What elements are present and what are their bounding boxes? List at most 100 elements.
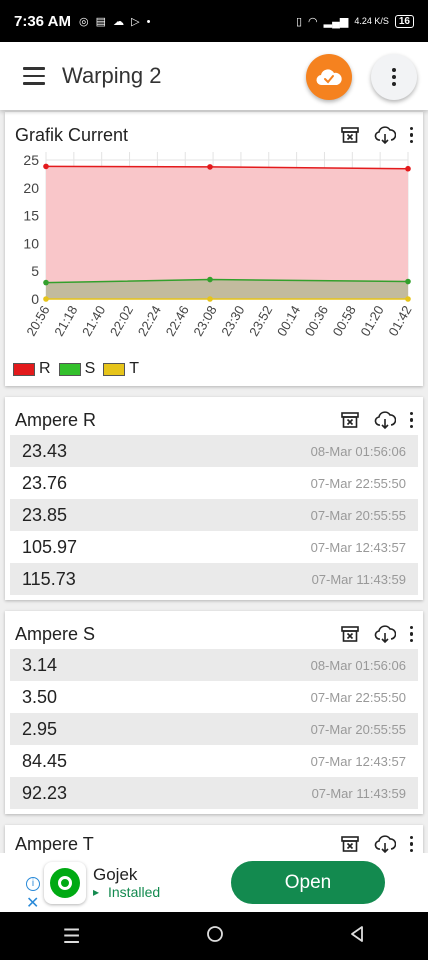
recents-icon[interactable]: ☰ <box>63 924 81 949</box>
cloud-sync-button[interactable] <box>306 54 352 100</box>
network-speed: 4.24 K/S <box>354 16 389 26</box>
more-vert-icon <box>392 68 396 86</box>
reading-value: 23.43 <box>22 440 68 461</box>
open-button[interactable]: Open <box>231 861 385 904</box>
ampere-s-list: 3.14 08-Mar 01:56:06 3.50 07-Mar 22:55:50 … <box>10 649 418 809</box>
ampere-r-card: Ampere R 23.43 08-Mar 01:56:06 23.76 07-Ma… <box>5 397 423 600</box>
open-button-label: Open <box>284 871 332 893</box>
legend-swatch-s <box>58 362 81 376</box>
data-point-t <box>207 296 213 302</box>
ad-info-icon[interactable]: i <box>26 877 40 891</box>
reading-time: 07-Mar 20:55:55 <box>310 507 406 523</box>
ad-app-name: Gojek <box>93 865 138 884</box>
reading-time: 07-Mar 11:43:59 <box>311 571 406 587</box>
system-icons: ▯ ◠ ▂▄▆ 4.24 K/S 16 <box>295 14 414 28</box>
reading-time: 07-Mar 20:55:55 <box>310 721 406 737</box>
data-point-r <box>43 163 49 170</box>
y-tick-label: 10 <box>23 235 39 251</box>
home-icon[interactable] <box>206 925 224 948</box>
reading-time: 07-Mar 22:55:50 <box>310 689 406 705</box>
chart-card: Grafik Current 0 5 10 15 20 25 20:56 21:18 21:40… <box>5 112 423 386</box>
clear-archive-icon[interactable] <box>340 624 360 644</box>
more-options-button[interactable] <box>371 54 417 100</box>
data-point-r <box>207 164 213 170</box>
y-tick-label: 25 <box>23 152 39 168</box>
legend-label-r: R <box>39 360 51 377</box>
legend-label-t: T <box>129 360 140 377</box>
list-item[interactable]: 23.43 08-Mar 01:56:06 <box>10 435 418 467</box>
ampere-t-title: Ampere T <box>15 834 94 854</box>
current-chart: 051015202520:5621:1821:4022:0222:2422:46… <box>23 152 415 339</box>
list-item[interactable]: 84.45 07-Mar 12:43:57 <box>10 745 418 777</box>
legend-item-r: R <box>13 360 51 378</box>
reading-value: 115.73 <box>22 568 76 589</box>
data-point-s <box>405 278 411 285</box>
cloud-download-icon[interactable] <box>374 410 396 430</box>
page-title: Warping 2 <box>62 63 162 88</box>
notification-icons: ◎ ▤ ☁ ▷ • <box>78 15 153 28</box>
list-item[interactable]: 2.95 07-Mar 20:55:55 <box>10 713 418 745</box>
list-item[interactable]: 3.50 07-Mar 22:55:50 <box>10 681 418 713</box>
gojek-logo <box>44 862 86 904</box>
chart-legend: R S T <box>13 360 139 378</box>
legend-label-s: S <box>84 360 96 377</box>
card-more-icon[interactable] <box>409 625 413 643</box>
y-tick-label: 20 <box>23 180 39 196</box>
card-more-icon[interactable] <box>409 835 413 853</box>
reading-value: 84.45 <box>22 750 68 771</box>
reading-value: 2.95 <box>22 718 58 739</box>
reading-value: 3.50 <box>22 686 58 707</box>
x-tick-label: 21:40 <box>79 303 108 339</box>
reading-value: 23.76 <box>22 472 68 493</box>
list-item[interactable]: 23.85 07-Mar 20:55:55 <box>10 499 418 531</box>
status-time: 7:36 AM <box>14 12 71 30</box>
legend-item-s: S <box>58 360 96 378</box>
ampere-r-list: 23.43 08-Mar 01:56:06 23.76 07-Mar 22:55:5… <box>10 435 418 595</box>
list-item[interactable]: 92.23 07-Mar 11:43:59 <box>10 777 418 809</box>
x-tick-label: 23:30 <box>218 303 247 339</box>
x-tick-label: 01:20 <box>357 303 386 339</box>
cloud-download-icon[interactable] <box>374 834 396 854</box>
app-bar: Warping 2 <box>0 42 428 110</box>
reading-value: 3.14 <box>22 654 58 675</box>
ad-close-icon[interactable]: ✕ <box>26 893 39 913</box>
cloud-check-icon <box>316 69 342 86</box>
list-item[interactable]: 115.73 07-Mar 11:43:59 <box>10 563 418 595</box>
legend-swatch-r <box>13 362 35 376</box>
wifi-icon: ◠ <box>308 15 318 28</box>
signal-icon: ▂▄▆ <box>323 15 349 28</box>
card-more-icon[interactable] <box>409 411 413 429</box>
y-tick-label: 15 <box>23 208 39 224</box>
x-tick-label: 01:42 <box>385 303 414 339</box>
data-point-s <box>207 276 213 283</box>
legend-swatch-t <box>103 362 126 376</box>
cloud-download-icon[interactable] <box>374 624 396 644</box>
x-tick-label: 23:52 <box>246 303 275 339</box>
reading-time: 07-Mar 12:43:57 <box>310 539 406 555</box>
list-item[interactable]: 105.97 07-Mar 12:43:57 <box>10 531 418 563</box>
battery-icon: 16 <box>394 14 414 28</box>
x-tick-label: 23:08 <box>190 303 219 339</box>
reading-time: 07-Mar 11:43:59 <box>311 785 406 801</box>
data-point-t <box>43 296 49 302</box>
list-item[interactable]: 3.14 08-Mar 01:56:06 <box>10 649 418 681</box>
clear-archive-icon[interactable] <box>340 834 360 854</box>
reading-time: 08-Mar 01:56:06 <box>310 443 406 459</box>
data-point-t <box>405 296 411 302</box>
reading-time: 08-Mar 01:56:06 <box>310 657 406 673</box>
reading-time: 07-Mar 12:43:57 <box>310 753 406 769</box>
x-tick-label: 20:56 <box>23 303 52 339</box>
x-tick-label: 00:36 <box>302 303 331 339</box>
ad-banner: i ✕ Gojek ▸ Installed Open <box>0 853 428 912</box>
list-item[interactable]: 23.76 07-Mar 22:55:50 <box>10 467 418 499</box>
data-point-s <box>43 279 49 286</box>
series-area-s <box>46 279 408 299</box>
status-bar: 7:36 AM ◎ ▤ ☁ ▷ • ▯ ◠ ▂▄▆ 4.24 K/S 16 <box>0 0 428 42</box>
data-point-r <box>405 165 411 172</box>
menu-icon[interactable] <box>23 67 45 85</box>
ampere-r-title: Ampere R <box>15 410 97 430</box>
vibrate-icon: ▯ <box>295 15 303 28</box>
clear-archive-icon[interactable] <box>340 410 360 430</box>
legend-item-t: T <box>103 360 139 378</box>
back-icon[interactable] <box>349 925 365 948</box>
